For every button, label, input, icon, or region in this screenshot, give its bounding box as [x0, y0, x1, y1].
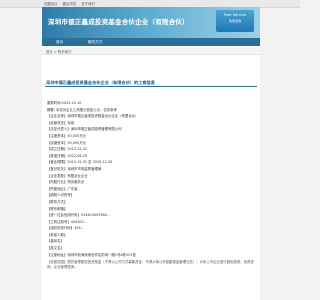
breadcrumb[interactable]: 首页 > 联系我们 — [46, 49, 71, 54]
info-line: 【工商注册号】440300... — [47, 219, 87, 224]
info-line: 【注册资本】50,000万元 — [47, 133, 86, 138]
info-line: 【组织机构代码】358... — [47, 226, 84, 231]
info-line: 【所属地区】广东省 — [47, 186, 78, 191]
info-line: 【参保人数】 — [47, 232, 68, 237]
info-line: 【法定代表人】深圳市德正鑫成投资管理有限公司 — [47, 127, 122, 132]
info-line: 【实缴资本】50,000万元 — [47, 140, 86, 145]
top-link-2[interactable]: 最近浏览 — [63, 2, 77, 6]
business-scope-paragraph: 【经营范围】受托管理股权投资基金（不得以公开方式募集资金，不得从事公开募集基金管… — [47, 260, 254, 270]
info-line: 【英文名】 — [47, 246, 64, 251]
nav-item-service[interactable]: 服务方式 — [88, 40, 102, 45]
info-line: 摘要: 本页为企业工商登记信息公示，仅供参考 — [47, 107, 118, 112]
free-service-badge[interactable]: Free Service 免费咨询 — [216, 10, 254, 32]
info-line: 【经营状态】存续 — [47, 120, 75, 125]
site-title: 深圳市德正鑫成投资基金合伙企业（有限合伙） — [48, 18, 189, 26]
top-link-1[interactable]: 加盟创业 — [44, 2, 58, 6]
top-link-3[interactable]: 关于我们 — [81, 2, 95, 6]
info-line: 【营业期限】2015-12-31 至 2035-12-30 — [47, 160, 113, 165]
info-line: 【曾用名】 — [47, 239, 64, 244]
info-line: 【联系方式】 — [47, 199, 68, 204]
info-line: 【核准日期】2022-06-29 — [47, 153, 88, 158]
info-body: 更新时间:2023-10-10 摘要: 本页为企业工商登记信息公示，仅供参考 【… — [47, 100, 255, 270]
site-header: 深圳市德正鑫成投资基金合伙企业（有限合伙） Free Service 免费咨询 — [42, 7, 260, 38]
info-line: 【统一社会信用代码】914403003584... — [47, 213, 111, 218]
section-header: 深圳市德正鑫成投资基金合伙企业（有限合伙）的工商信息 — [45, 80, 257, 87]
info-line: 【注册地址】深圳市前海深港合作区前湾一路1号A栋201室 — [47, 252, 136, 257]
top-links: 加盟创业 最近浏览 关于我们 — [44, 1, 99, 6]
badge-line-2: 免费咨询 — [228, 19, 241, 23]
page-container: 深圳市德正鑫成投资基金合伙企业（有限合伙） Free Service 免费咨询 … — [42, 7, 260, 300]
info-line: 【纳税人识别号】 — [47, 193, 75, 198]
info-line: 【联系邮箱】 — [47, 206, 68, 211]
info-line: 【成立日期】2015-12-31 — [47, 147, 88, 152]
info-line: 更新时间:2023-10-10 — [47, 101, 82, 105]
breadcrumb-bar: 首页 > 联系我们 — [42, 47, 260, 55]
badge-line-1: Free Service — [223, 13, 247, 17]
info-line: 【企业类型】有限合伙企业 — [47, 173, 88, 178]
info-line: 【登记机关】深圳市市场监督管理局 — [47, 166, 102, 171]
info-line: 【所属行业】商务服务业 — [47, 180, 85, 185]
info-line: 【企业名称】深圳市德正鑫成投资基金合伙企业（有限合伙） — [47, 114, 139, 119]
main-nav: 首页 服务方式 — [42, 38, 260, 46]
section-title: 深圳市德正鑫成投资基金合伙企业（有限合伙）的工商信息 — [46, 80, 155, 85]
nav-item-home[interactable]: 首页 — [56, 40, 63, 45]
